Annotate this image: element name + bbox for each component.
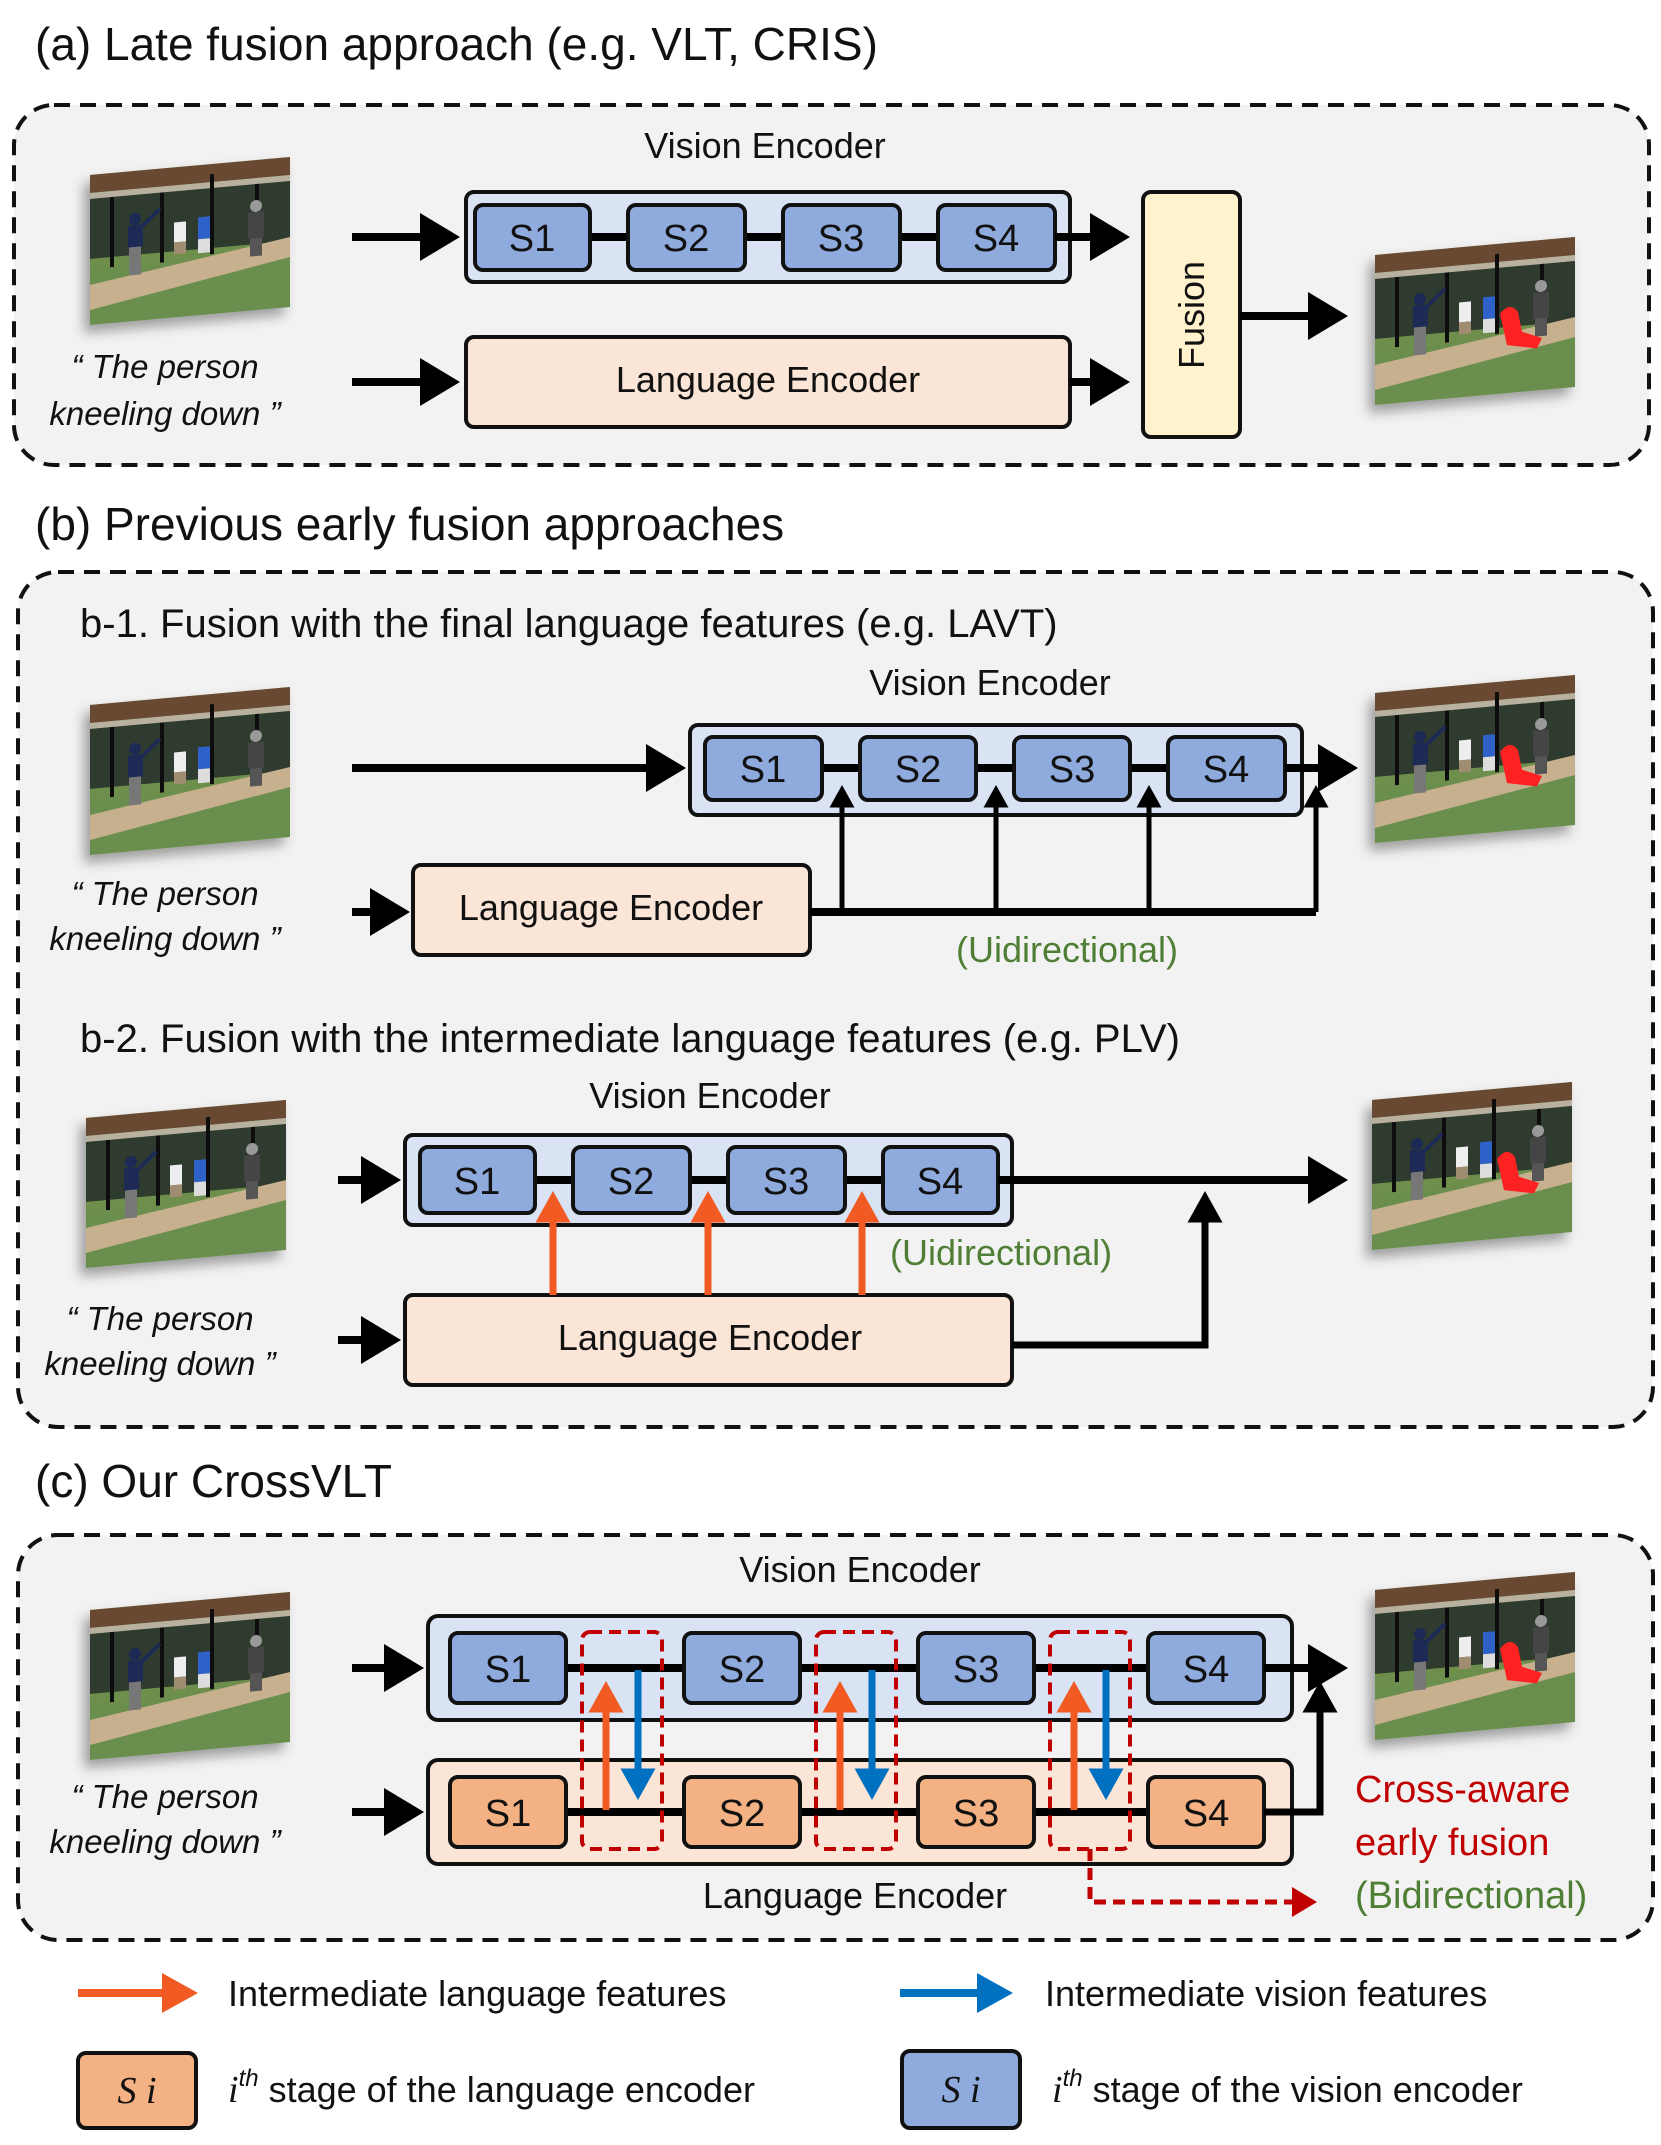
legend-vision-features-label: Intermediate vision features [1045, 1973, 1487, 2014]
svg-text:S4: S4 [1203, 749, 1249, 791]
b1-vision-encoder-label: Vision Encoder [869, 662, 1111, 703]
legend-vision-stage: S i ith stage of the vision encoder [900, 2049, 1523, 2130]
legend: Intermediate language features Intermedi… [76, 1973, 1523, 2130]
svg-text:S4: S4 [973, 218, 1019, 260]
b2-direction-label: (Uidirectional) [890, 1232, 1112, 1273]
svg-text:S2: S2 [719, 1649, 765, 1691]
panel-c-language-stage-s3: S3 [916, 1775, 1036, 1849]
svg-text:S2: S2 [719, 1793, 765, 1835]
b1-output-image [1375, 675, 1575, 843]
legend-vision-features: Intermediate vision features [900, 1973, 1487, 2014]
svg-text:S2: S2 [608, 1161, 654, 1203]
crossvlt-diagram: (a) Late fusion approach (e.g. VLT, CRIS… [12, 18, 1655, 2130]
panel-a-vision-encoder-label: Vision Encoder [644, 125, 886, 166]
legend-language-features: Intermediate language features [78, 1973, 726, 2014]
b1-query-line1: “ The person [71, 875, 258, 912]
panel-a-title: (a) Late fusion approach (e.g. VLT, CRIS… [35, 18, 878, 70]
svg-text:S4: S4 [1183, 1649, 1229, 1691]
panel-c-vision-stage-s1: S1 [448, 1631, 568, 1705]
svg-text:S2: S2 [663, 218, 709, 260]
panel-c-annotation-line1: Cross-aware [1355, 1769, 1570, 1811]
svg-text:S3: S3 [763, 1161, 809, 1203]
panel-a-stage-s4: S4 [936, 203, 1057, 272]
panel-c-language-stage-s4: S4 [1146, 1775, 1266, 1849]
b2-language-encoder-label: Language Encoder [558, 1317, 862, 1358]
legend-language-stage-label: ith stage of the language encoder [228, 2065, 755, 2111]
panel-a-query-line1: “ The person [71, 348, 258, 385]
b2-stage-s2: S2 [571, 1145, 692, 1215]
legend-language-features-label: Intermediate language features [228, 1973, 726, 2014]
b1-stage-s1: S1 [703, 735, 824, 802]
panel-c-annotation-line3: (Bidirectional) [1355, 1875, 1587, 1917]
b2-stage-s4: S4 [881, 1145, 1000, 1215]
svg-text:S1: S1 [454, 1161, 500, 1203]
b2-input-image [86, 1100, 286, 1268]
panel-a-query-line2: kneeling down ” [49, 395, 282, 432]
panel-a-stage-s3: S3 [781, 203, 902, 272]
legend-vision-stage-label: ith stage of the vision encoder [1052, 2065, 1523, 2111]
panel-c-language-stage-s1: S1 [448, 1775, 568, 1849]
b2-query-line2: kneeling down ” [44, 1345, 277, 1382]
svg-text:S2: S2 [895, 749, 941, 791]
panel-c-language-stage-s2: S2 [682, 1775, 802, 1849]
b2-title: b-2. Fusion with the intermediate langua… [80, 1017, 1180, 1061]
b1-stage-s4: S4 [1166, 735, 1287, 802]
svg-text:S1: S1 [485, 1793, 531, 1835]
panel-c-input-image [90, 1592, 290, 1760]
language-stage-symbol: S i [117, 2070, 156, 2112]
panel-c-vision-encoder-label: Vision Encoder [739, 1549, 981, 1590]
panel-c-query-line2: kneeling down ” [49, 1823, 282, 1860]
panel-b-title: (b) Previous early fusion approaches [35, 498, 784, 550]
panel-a-language-encoder-label: Language Encoder [616, 359, 920, 400]
svg-text:S3: S3 [1049, 749, 1095, 791]
panel-c-vision-stage-s4: S4 [1146, 1631, 1266, 1705]
panel-a-output-image [1375, 237, 1575, 405]
svg-text:S3: S3 [953, 1793, 999, 1835]
svg-text:S1: S1 [485, 1649, 531, 1691]
panel-c-vision-stage-s3: S3 [916, 1631, 1036, 1705]
b1-direction-label: (Uidirectional) [956, 929, 1178, 970]
b2-vision-encoder-label: Vision Encoder [589, 1075, 831, 1116]
b2-stage-s3: S3 [726, 1145, 847, 1215]
panel-c-annotation-line2: early fusion [1355, 1822, 1549, 1864]
panel-c-language-encoder-label: Language Encoder [703, 1875, 1007, 1916]
panel-a-stage-s1: S1 [473, 203, 592, 272]
svg-text:S3: S3 [818, 218, 864, 260]
vision-stage-symbol: S i [941, 2069, 980, 2111]
b1-language-encoder-label: Language Encoder [459, 887, 763, 928]
b2-stage-s1: S1 [418, 1145, 537, 1215]
panel-c-title: (c) Our CrossVLT [35, 1455, 392, 1507]
svg-text:S3: S3 [953, 1649, 999, 1691]
b1-stage-s2: S2 [858, 735, 978, 802]
panel-a-input-image [90, 157, 290, 325]
panel-a-fusion-label: Fusion [1171, 261, 1212, 369]
panel-a-stage-s2: S2 [626, 203, 747, 272]
legend-language-stage: S i ith stage of the language encoder [76, 2051, 755, 2130]
b2-query-line1: “ The person [66, 1300, 253, 1337]
svg-text:S1: S1 [509, 218, 555, 260]
svg-text:S4: S4 [1183, 1793, 1229, 1835]
b1-title: b-1. Fusion with the final language feat… [80, 602, 1058, 646]
svg-text:S1: S1 [740, 749, 786, 791]
panel-c-query-line1: “ The person [71, 1778, 258, 1815]
b1-stage-s3: S3 [1012, 735, 1132, 802]
b1-input-image [90, 687, 290, 855]
svg-text:S4: S4 [917, 1161, 963, 1203]
b2-output-image [1372, 1082, 1572, 1250]
panel-c-vision-stage-s2: S2 [682, 1631, 802, 1705]
b1-query-line2: kneeling down ” [49, 920, 282, 957]
panel-c-output-image [1375, 1572, 1575, 1740]
